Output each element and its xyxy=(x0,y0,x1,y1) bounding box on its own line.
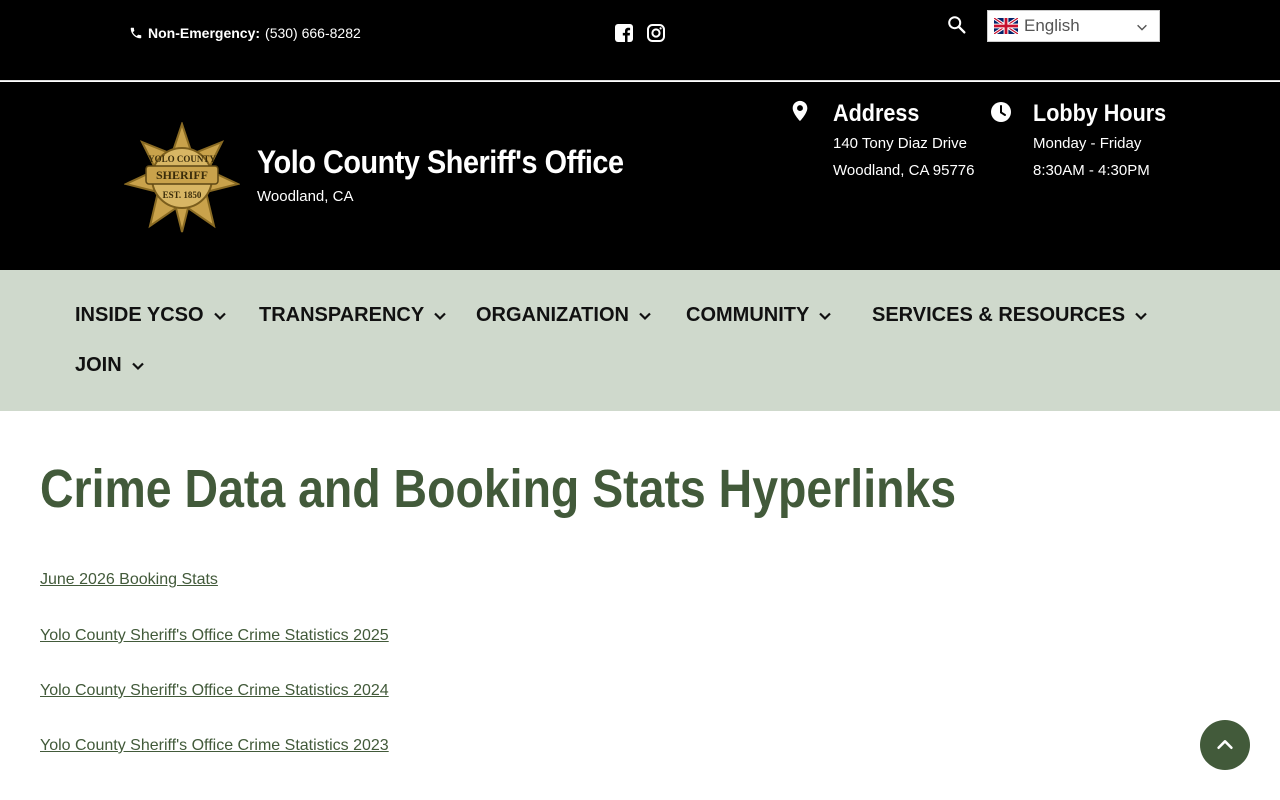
chevron-down-icon xyxy=(1135,312,1147,320)
nav-item-label: INSIDE YCSO xyxy=(75,304,204,326)
link-crime-statistics-2023[interactable]: Yolo County Sheriff's Office Crime Stati… xyxy=(40,737,389,755)
phone-icon xyxy=(130,27,142,39)
nav-item-label: COMMUNITY xyxy=(686,304,810,326)
chevron-down-icon xyxy=(1137,24,1147,31)
social-links xyxy=(614,23,666,43)
nav-item-services-resources[interactable]: SERVICES & RESOURCES xyxy=(872,304,1149,327)
badge-bottom-text: EST. 1850 xyxy=(163,190,202,200)
nav-item-inside-ycso[interactable]: INSIDE YCSO xyxy=(75,304,228,327)
site-title[interactable]: Yolo County Sheriff's Office xyxy=(257,144,624,181)
language-select[interactable]: English xyxy=(987,10,1160,42)
facebook-icon[interactable] xyxy=(614,23,634,43)
nav-item-label: TRANSPARENCY xyxy=(259,304,425,326)
hours-heading: Lobby Hours xyxy=(1033,100,1167,127)
uk-flag-icon xyxy=(994,18,1018,34)
address-line1: 140 Tony Diaz Drive xyxy=(833,135,967,152)
chevron-down-icon xyxy=(213,312,226,320)
instagram-icon[interactable] xyxy=(646,23,666,43)
phone-number[interactable]: (530) 666-8282 xyxy=(265,25,361,41)
chevron-up-icon xyxy=(1217,740,1233,750)
phone-label: Non-Emergency: xyxy=(148,25,261,41)
badge-center-text: SHERIFF xyxy=(156,168,208,182)
clock-icon xyxy=(991,102,1011,122)
hours-line1: Monday - Friday xyxy=(1033,135,1142,152)
badge-top-text: YOLO COUNTY xyxy=(148,154,216,164)
address-heading: Address xyxy=(833,100,920,127)
nav-item-organization[interactable]: ORGANIZATION xyxy=(476,304,653,327)
map-pin-icon xyxy=(792,100,808,122)
link-june-2026-booking-stats[interactable]: June 2026 Booking Stats xyxy=(40,571,218,589)
top-bar: Non-Emergency: (530) 666-8282 English xyxy=(0,0,1280,81)
hours-line2: 8:30AM - 4:30PM xyxy=(1033,162,1150,179)
address-line2: Woodland, CA 95776 xyxy=(833,162,975,179)
chevron-down-icon xyxy=(819,312,832,320)
nav-item-label: ORGANIZATION xyxy=(476,304,629,326)
site-subtitle: Woodland, CA xyxy=(257,188,354,205)
sheriff-badge-logo[interactable]: YOLO COUNTY SHERIFF EST. 1850 xyxy=(124,122,240,234)
chevron-down-icon xyxy=(639,312,651,320)
chevron-down-icon xyxy=(434,312,446,320)
chevron-down-icon xyxy=(131,362,144,370)
non-emergency-phone[interactable]: Non-Emergency: (530) 666-8282 xyxy=(129,25,361,41)
main-navigation: INSIDE YCSO TRANSPARENCY ORGANIZATION CO… xyxy=(0,270,1280,411)
scroll-to-top-button[interactable] xyxy=(1200,720,1250,770)
link-crime-statistics-2024[interactable]: Yolo County Sheriff's Office Crime Stati… xyxy=(40,682,389,700)
page-title: Crime Data and Booking Stats Hyperlinks xyxy=(40,459,957,519)
nav-item-label: SERVICES & RESOURCES xyxy=(872,304,1126,326)
language-label: English xyxy=(1024,16,1080,35)
search-icon[interactable] xyxy=(946,14,968,36)
nav-item-join[interactable]: JOIN xyxy=(75,354,146,377)
link-crime-statistics-2025[interactable]: Yolo County Sheriff's Office Crime Stati… xyxy=(40,627,389,645)
nav-item-community[interactable]: COMMUNITY xyxy=(686,304,833,327)
nav-item-label: JOIN xyxy=(75,354,122,376)
nav-item-transparency[interactable]: TRANSPARENCY xyxy=(259,304,448,327)
